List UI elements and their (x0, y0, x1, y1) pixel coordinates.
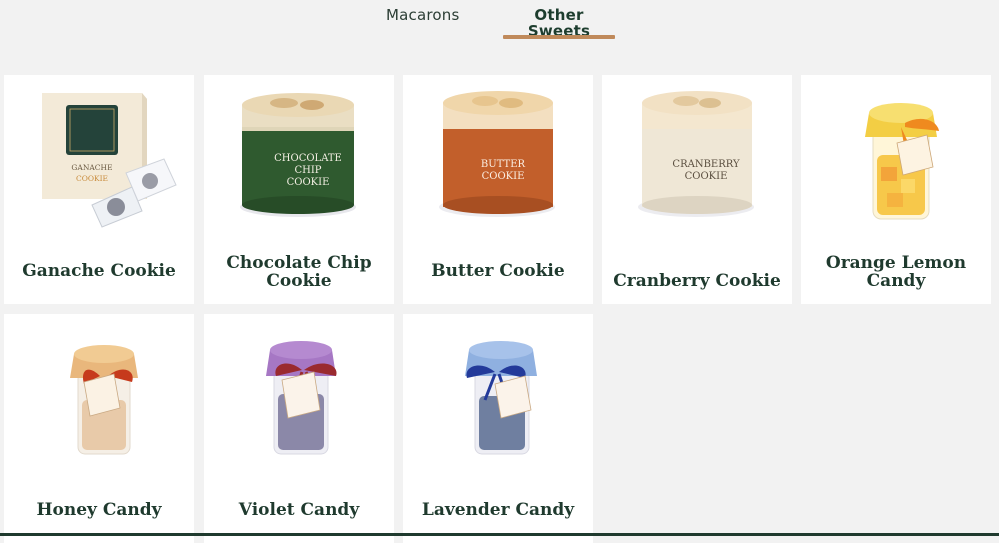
product-card-honey-candy[interactable]: Honey Candy (4, 314, 194, 543)
category-tabs: Macarons Other Sweets (0, 0, 999, 42)
svg-text:GANACHE: GANACHE (71, 163, 112, 172)
product-card-butter-cookie[interactable]: BUTTER COOKIE Butter Cookie (403, 75, 593, 304)
svg-text:COOKIE: COOKIE (685, 171, 728, 182)
product-card-ganache-cookie[interactable]: GANACHE COOKIE Ganache Cookie (4, 75, 194, 304)
product-name: Butter Cookie (431, 261, 565, 281)
ganache-cookie-box-image: GANACHE COOKIE (42, 93, 177, 228)
honey-candy-jar-image (70, 345, 138, 455)
butter-cookie-tin-image: BUTTER COOKIE (439, 91, 555, 217)
cranberry-cookie-tin-image: CRANBERRY COOKIE (638, 91, 754, 217)
product-name: Chocolate Chip Cookie (226, 253, 372, 291)
product-card-orange-lemon-candy[interactable]: Orange Lemon Candy (801, 75, 991, 304)
product-name: Ganache Cookie (22, 261, 176, 281)
product-card-violet-candy[interactable]: Violet Candy (204, 314, 394, 543)
product-card-cranberry-cookie[interactable]: CRANBERRY COOKIE Cranberry Cookie (602, 75, 792, 304)
product-name: Orange Lemon Candy (825, 253, 967, 291)
active-tab-underline (503, 35, 615, 39)
svg-text:COOKIE: COOKIE (287, 177, 330, 188)
svg-text:BUTTER: BUTTER (481, 159, 526, 170)
product-name: Violet Candy (238, 500, 360, 520)
chocolate-chip-cookie-tin-image: CHOCOLATE CHIP COOKIE (240, 93, 356, 217)
product-card-chocolate-chip-cookie[interactable]: CHOCOLATE CHIP COOKIE Chocolate Chip Coo… (204, 75, 394, 304)
product-name: Cranberry Cookie (613, 271, 781, 291)
svg-text:COOKIE: COOKIE (482, 171, 525, 182)
svg-text:CRANBERRY: CRANBERRY (672, 159, 740, 170)
svg-text:COOKIE: COOKIE (76, 174, 108, 183)
orange-lemon-candy-jar-image (865, 103, 939, 220)
tab-macarons[interactable]: Macarons (386, 7, 460, 41)
product-name: Lavender Candy (421, 500, 575, 520)
lavender-candy-jar-image (465, 341, 537, 455)
product-name: Honey Candy (36, 500, 162, 520)
svg-text:CHIP: CHIP (294, 165, 321, 176)
product-card-lavender-candy[interactable]: Lavender Candy (403, 314, 593, 543)
violet-candy-jar-image (266, 341, 337, 455)
svg-text:CHOCOLATE: CHOCOLATE (274, 153, 342, 164)
